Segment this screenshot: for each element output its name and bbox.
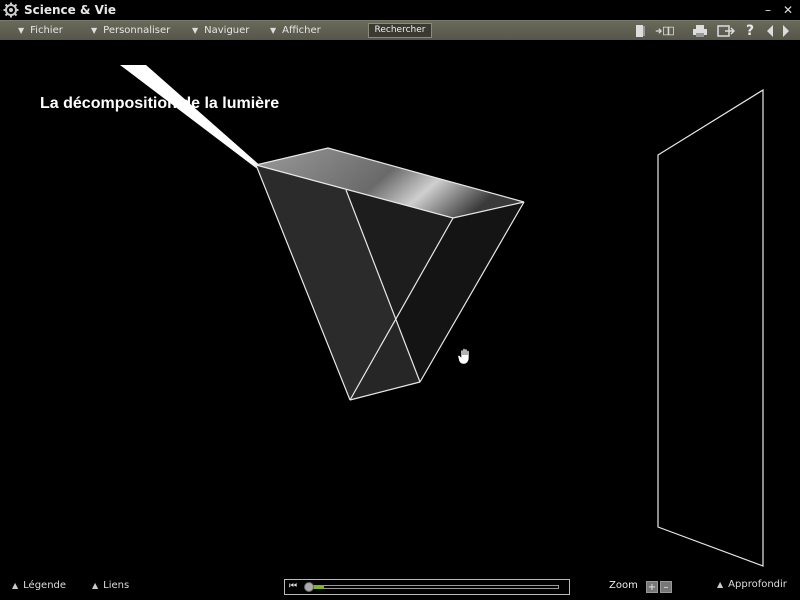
window-title: Science & Vie [24,3,116,17]
progress-knob[interactable] [304,582,314,592]
close-button[interactable]: ✕ [780,1,796,19]
menu-label: Fichier [30,25,63,36]
chevron-down-icon: ▼ [18,26,25,35]
minimize-button[interactable]: – [760,1,776,19]
menu-naviguer[interactable]: ▼ Naviguer [192,21,249,41]
book-icon[interactable] [630,22,650,40]
deepen-button[interactable]: ▲ Approfondir [717,579,787,590]
legend-label: Légende [23,580,67,591]
progress-track[interactable] [315,585,559,589]
search-button[interactable]: Rechercher [368,23,432,38]
links-button[interactable]: ▲ Liens [92,580,129,591]
menu-bar: ▼ Fichier ▼ Personnaliser ▼ Naviguer ▼ Affic… [0,20,800,40]
media-player: ⏮ [284,579,570,595]
menu-label: Personnaliser [103,25,171,36]
deepen-label: Approfondir [728,579,787,590]
links-label: Liens [103,580,130,591]
triangle-up-icon: ▲ [92,581,99,590]
next-icon[interactable] [776,22,796,40]
chevron-down-icon: ▼ [270,26,277,35]
scene-title: La décomposition de la lumière [40,95,280,112]
triangle-up-icon: ▲ [717,580,724,589]
legend-button[interactable]: ▲ Légende [12,580,66,591]
title-bar: Science & Vie – ✕ [0,0,800,20]
zoom-in-button[interactable]: + [646,581,658,593]
menu-afficher[interactable]: ▼ Afficher [270,21,321,41]
chevron-down-icon: ▼ [91,26,98,35]
zoom-out-button[interactable]: – [660,581,672,593]
prism-scene [120,65,764,567]
triangle-up-icon: ▲ [12,581,19,590]
print-icon[interactable] [690,22,710,40]
menu-fichier[interactable]: ▼ Fichier [18,21,63,41]
chevron-down-icon: ▼ [192,26,199,35]
zoom-label: Zoom [609,580,638,591]
light-beam [120,65,272,176]
menu-personnaliser[interactable]: ▼ Personnaliser [91,21,170,41]
export-pages-icon[interactable] [655,22,675,40]
projection-screen [657,88,764,567]
share-icon[interactable] [716,22,736,40]
menu-label: Afficher [282,25,321,36]
menu-label: Naviguer [204,25,250,36]
help-icon[interactable]: ? [740,22,760,40]
hand-cursor-icon [457,348,470,365]
gear-logo-icon [3,2,19,18]
rewind-icon[interactable]: ⏮ [289,581,297,591]
